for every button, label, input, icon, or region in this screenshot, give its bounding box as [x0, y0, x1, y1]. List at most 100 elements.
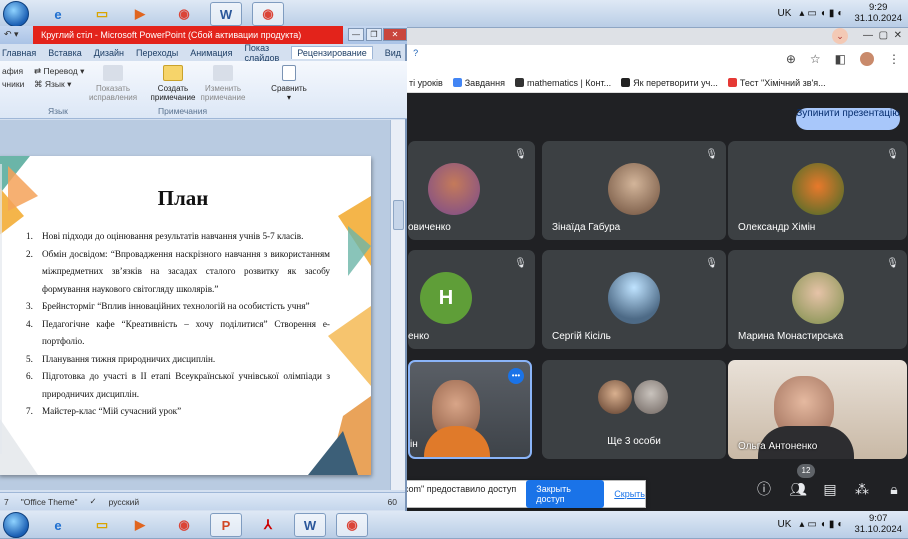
- tab-slideshow[interactable]: Показ слайдов: [244, 43, 279, 63]
- start-button[interactable]: [3, 1, 29, 27]
- stop-sharing-button[interactable]: Закрыть доступ: [526, 480, 605, 508]
- group-label-language: Язык: [48, 106, 68, 116]
- bookmark-item[interactable]: Як перетворити уч...: [621, 78, 718, 88]
- ribbon-item[interactable]: афия: [2, 65, 24, 78]
- bookmark-star-icon[interactable]: ☆: [810, 52, 821, 66]
- close-button[interactable]: ✕: [383, 28, 407, 41]
- restore-button[interactable]: ❐: [366, 28, 382, 41]
- participant-tile[interactable]: Н 🎙︎ енко: [408, 250, 535, 349]
- avatar-letter: Н: [420, 272, 472, 324]
- bookmark-item[interactable]: ті уроків: [409, 78, 443, 88]
- ie-icon[interactable]: e: [42, 513, 74, 537]
- spellcheck-icon[interactable]: ✓: [89, 496, 96, 507]
- word-icon[interactable]: W: [294, 513, 326, 537]
- powerpoint-icon[interactable]: P: [210, 513, 242, 537]
- pdf-icon[interactable]: ⅄: [252, 513, 284, 537]
- tab-layout-icon[interactable]: ◧: [835, 52, 846, 66]
- agenda-item: 4. Педагогічне кафе “Креативність – хочу …: [26, 316, 330, 351]
- people-icon[interactable]: 👥︎: [789, 480, 807, 498]
- edit-note-label: Изменить примечание: [200, 84, 246, 102]
- compare-icon: [282, 65, 296, 81]
- folder-icon[interactable]: ▭: [86, 513, 118, 537]
- help-icon[interactable]: ?: [413, 48, 418, 58]
- folder-icon[interactable]: ▭: [86, 2, 118, 26]
- ribbon: афия чники ⇄ Перевод ▾ ⌘ Язык ▾ Язык Пок…: [0, 61, 407, 119]
- compare-button[interactable]: Сравнить ▾: [270, 65, 308, 102]
- translate-button[interactable]: ⇄ Перевод ▾: [34, 65, 84, 78]
- chrome-icon[interactable]: ◉: [168, 513, 200, 537]
- edit-note-button[interactable]: Изменить примечание: [198, 65, 248, 102]
- language-label: Язык: [44, 79, 65, 89]
- scrollbar-thumb[interactable]: [393, 200, 404, 230]
- ribbon-item[interactable]: чники: [2, 78, 24, 91]
- tab-transitions[interactable]: Переходы: [136, 48, 178, 58]
- group-label-notes: Примечания: [158, 106, 208, 116]
- mic-off-icon: 🎙︎: [705, 258, 718, 269]
- chrome-icon[interactable]: ◉: [168, 2, 200, 26]
- agenda-item-number: 1.: [26, 231, 33, 241]
- tab-home[interactable]: Главная: [2, 48, 36, 58]
- participant-tile[interactable]: 🎙︎ Олександр Хімін: [728, 141, 907, 240]
- info-icon[interactable]: ⓘ: [755, 480, 773, 498]
- chrome-window-controls[interactable]: — ▢ ✕: [863, 30, 902, 41]
- agenda-item-text: Нові підходи до оцінювання результатів н…: [42, 231, 304, 241]
- media-player-icon[interactable]: ▶: [124, 513, 156, 537]
- participant-tile[interactable]: 🎙︎ овиченко: [408, 141, 535, 240]
- minimize-button[interactable]: —: [348, 28, 364, 41]
- tab-view[interactable]: Вид: [385, 48, 401, 58]
- vertical-scrollbar[interactable]: [390, 120, 405, 490]
- tab-animation[interactable]: Анимация: [190, 48, 232, 58]
- chrome-active-icon[interactable]: ◉: [336, 513, 368, 537]
- status-language[interactable]: русский: [109, 497, 140, 507]
- agenda-item-text: Брейнсторміг “Вплив інноваційних техноло…: [42, 301, 310, 311]
- participant-name: Сергій Кісіль: [552, 331, 611, 342]
- ie-icon[interactable]: e: [42, 2, 74, 26]
- bookmark-item[interactable]: Завдання: [452, 78, 505, 88]
- profile-avatar[interactable]: [860, 52, 874, 66]
- compare-label: Сравнить: [271, 84, 307, 93]
- status-theme[interactable]: "Office Theme": [21, 497, 78, 507]
- language-indicator[interactable]: UK: [777, 8, 791, 19]
- show-changes-button[interactable]: Показать исправления: [88, 65, 138, 102]
- start-button[interactable]: [3, 512, 29, 538]
- more-participants-tile[interactable]: Ще 3 особи: [542, 360, 726, 459]
- clock[interactable]: 9:07 31.10.2024: [854, 513, 902, 535]
- language-button[interactable]: ⌘ Язык ▾: [34, 78, 84, 91]
- language-indicator[interactable]: UK: [777, 519, 791, 530]
- more-participants-label: Ще 3 особи: [607, 436, 661, 447]
- media-player-icon[interactable]: ▶: [124, 2, 156, 26]
- chat-icon[interactable]: ▤: [821, 480, 839, 498]
- slide-canvas[interactable]: План 1. Нові підходи до оцінювання резуль…: [0, 156, 371, 475]
- chrome-menu-icon[interactable]: ⋮: [888, 52, 900, 66]
- participant-name: енко: [408, 331, 430, 342]
- tab-design[interactable]: Дизайн: [94, 48, 124, 58]
- host-controls-icon[interactable]: 🔒︎: [885, 480, 903, 498]
- quick-access-toolbar[interactable]: ↶ ▾: [4, 29, 19, 40]
- stop-presenting-button[interactable]: Зупинити презентацію: [796, 108, 900, 130]
- ribbon-proofing-group: афия чники: [2, 65, 24, 91]
- word-icon[interactable]: W: [210, 2, 242, 26]
- system-tray: UK ▴▭◖▮◐ 9:07 31.10.2024: [777, 513, 902, 535]
- participant-tile-speaking[interactable]: ••• ін: [408, 360, 532, 459]
- edit-comment-icon: [213, 65, 233, 81]
- translate-icon[interactable]: ⊕: [786, 52, 796, 66]
- participant-tile[interactable]: 🎙︎ Марина Монастирська: [728, 250, 907, 349]
- status-zoom[interactable]: 60: [388, 497, 405, 507]
- chrome-toolbar: ⊕ ☆ ◧ ⋮: [405, 45, 908, 73]
- tab-search-icon[interactable]: ⌄: [832, 28, 848, 44]
- hide-notification-link[interactable]: Скрыть: [614, 489, 645, 499]
- tab-insert[interactable]: Вставка: [48, 48, 81, 58]
- bookmark-item[interactable]: mathematics | Конт...: [514, 78, 611, 88]
- taskbar-top: e ▭ ▶ ◉ W ◉ UK ▴▭◖▮◐ 9:29 31.10.2024: [0, 0, 908, 28]
- chrome-active-icon[interactable]: ◉: [252, 2, 284, 26]
- activities-icon[interactable]: ⁂: [853, 480, 871, 498]
- participant-tile[interactable]: Ольга Антоненко: [728, 360, 907, 459]
- bookmark-item[interactable]: Тест "Хімічний зв'я...: [727, 78, 826, 88]
- powerpoint-window: ↶ ▾ Круглий стіл - Microsoft PowerPoint …: [0, 26, 418, 512]
- chrome-window: ⌄ — ▢ ✕ ⊕ ☆ ◧ ⋮ ті уроків Завдання mathe…: [405, 28, 908, 511]
- participant-tile[interactable]: 🎙︎ Зінаїда Габура: [542, 141, 726, 240]
- tab-review[interactable]: Рецензирование: [291, 46, 373, 59]
- create-note-button[interactable]: Создать примечание: [148, 65, 198, 102]
- clock[interactable]: 9:29 31.10.2024: [854, 2, 902, 24]
- participant-tile[interactable]: 🎙︎ Сергій Кісіль: [542, 250, 726, 349]
